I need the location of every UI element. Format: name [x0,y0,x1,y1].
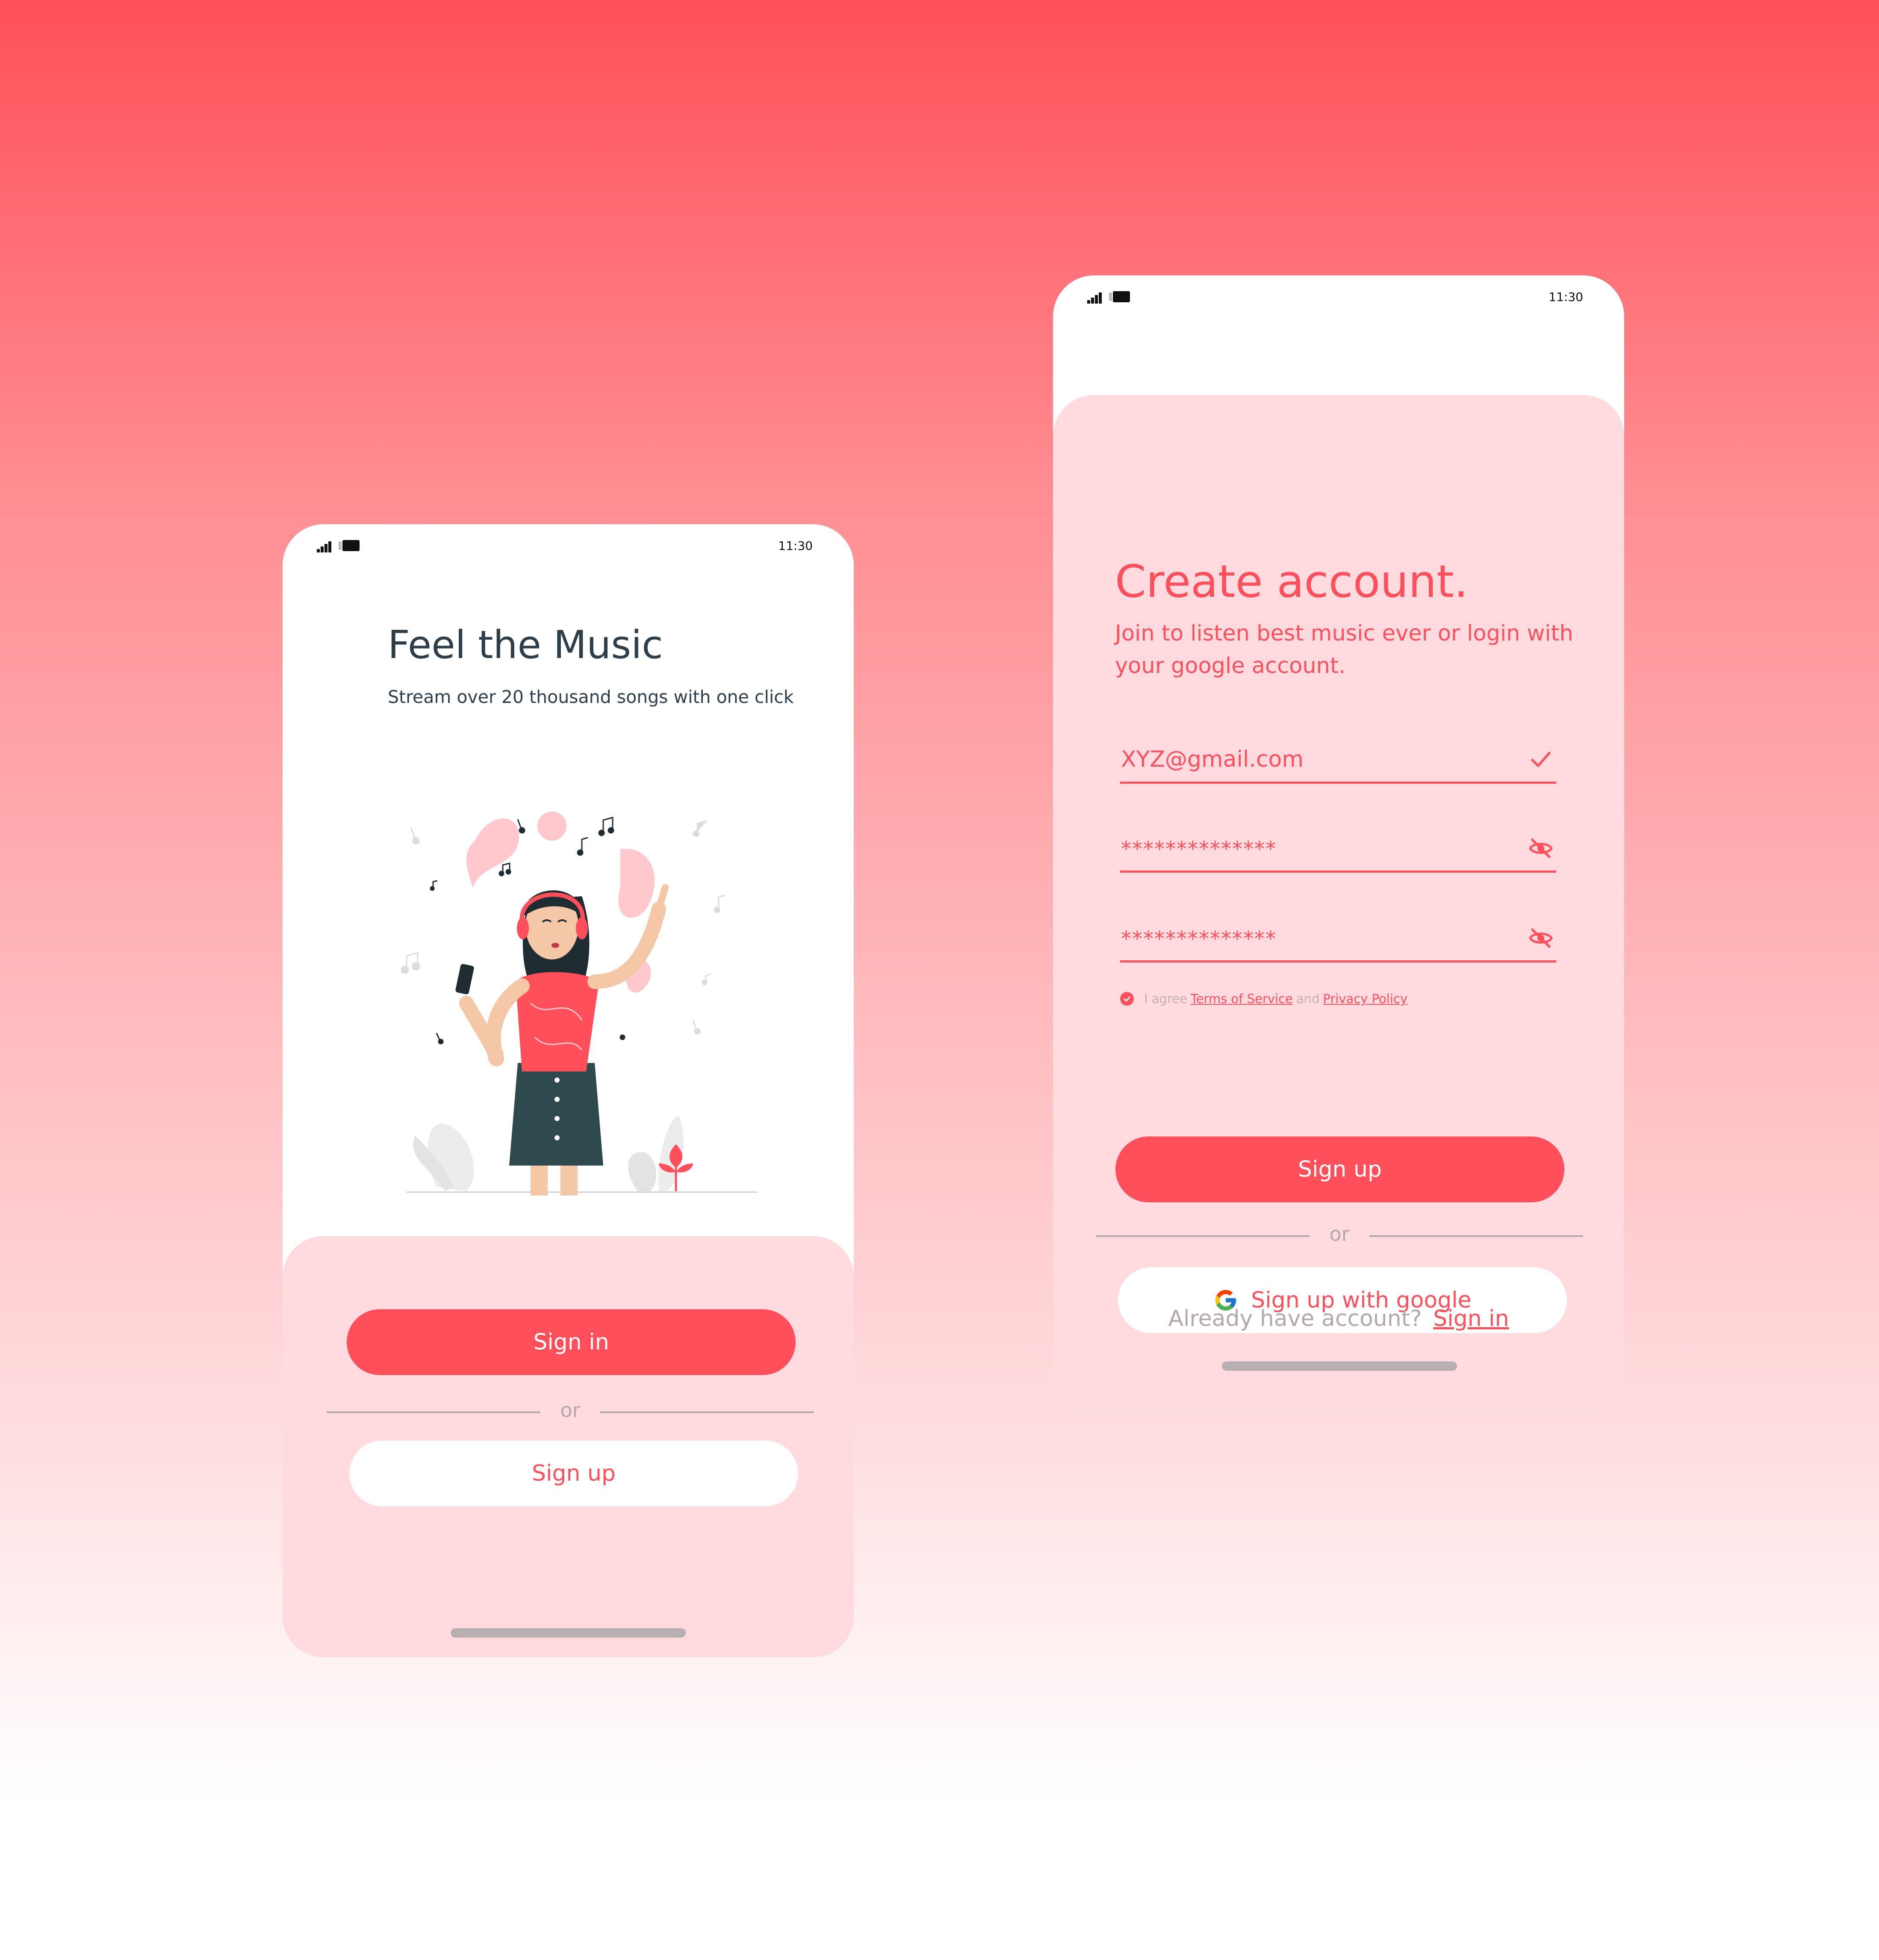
sign-in-button[interactable]: Sign in [347,1309,796,1375]
agree-prefix: I agree [1144,992,1187,1006]
status-time: 11:30 [1549,290,1583,304]
page-subtitle: Stream over 20 thousand songs with one c… [388,687,794,707]
battery-icon [339,540,360,551]
password-value: ************** [1121,837,1277,861]
confirm-password-field[interactable]: ************** [1120,909,1556,962]
create-account-screen: 11:30 Create account. Join to listen bes… [1053,275,1624,1408]
email-field[interactable]: XYZ@gmail.com [1120,730,1556,784]
signal-icon [1087,292,1102,304]
sign-in-link[interactable]: Sign in [1433,1306,1509,1331]
music-girl-illustration [401,812,757,1195]
page-subtitle: Join to listen best music ever or login … [1115,621,1573,679]
page-title: Create account. [1115,555,1469,608]
form-sheet: Create account. Join to listen best musi… [1053,395,1624,1408]
bottom-sheet: Sign in or Sign up [283,1236,854,1657]
already-have-account: Already have account? Sign in [1053,1306,1624,1331]
status-time: 11:30 [778,539,813,553]
sign-up-button[interactable]: Sign up [349,1440,798,1506]
terms-link[interactable]: Terms of Service [1191,992,1293,1006]
welcome-screen: 11:30 Feel the Music Stream over 20 thou… [283,524,854,1657]
eye-off-icon[interactable] [1528,925,1554,951]
home-indicator [1222,1361,1457,1371]
or-label: or [560,1399,581,1422]
home-indicator [451,1628,686,1638]
signal-icon [317,541,331,552]
check-icon [1531,752,1551,767]
page-title: Feel the Music [388,623,663,667]
and-label: and [1296,992,1320,1006]
or-divider: or [327,1399,814,1424]
or-divider: or [1096,1222,1583,1248]
terms-agreement: I agree Terms of Service and Privacy Pol… [1120,992,1411,1006]
checkbox-checked-icon[interactable] [1120,992,1134,1006]
confirm-password-value: ************** [1121,927,1277,951]
battery-icon [1109,291,1130,302]
eye-off-icon[interactable] [1528,835,1554,861]
email-value: XYZ@gmail.com [1121,747,1304,772]
password-field[interactable]: ************** [1120,819,1556,873]
sign-up-button[interactable]: Sign up [1115,1136,1564,1202]
privacy-link[interactable]: Privacy Policy [1323,992,1407,1006]
or-label: or [1329,1222,1350,1246]
status-bar: 11:30 [283,524,854,571]
already-label: Already have account? [1168,1306,1422,1331]
status-bar: 11:30 [1053,275,1624,322]
